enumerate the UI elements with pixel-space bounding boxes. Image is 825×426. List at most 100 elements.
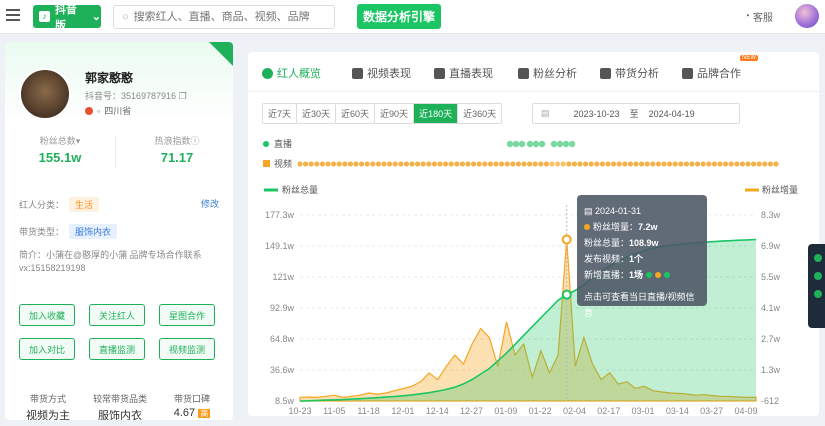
video-event-dot: [538, 161, 544, 167]
video-event-dot: [667, 161, 673, 167]
range-selector: 近7天 近30天 近60天 近90天 近180天 近360天: [262, 103, 503, 124]
profile-panel: 郭家憨憨 抖音号：35169787916 ❐ ◦ 四川省 粉丝总数▾ 155.1w…: [5, 42, 233, 420]
douyin-id: 抖音号：35169787916 ❐: [85, 89, 187, 102]
y-left-tick: 177.3w: [265, 210, 295, 220]
service-link[interactable]: ◔ 客服: [744, 9, 773, 24]
video-event-dot: [420, 161, 426, 167]
chevron-down-icon: ⌄: [91, 11, 101, 23]
tab-bar: 红人概览 视频表现 直播表现 粉丝分析 带货分析 品牌合作: [248, 52, 819, 92]
tool-icon[interactable]: [814, 290, 822, 298]
help-icon[interactable]: ⓘ: [191, 136, 200, 146]
qr-corner-icon[interactable]: [209, 42, 233, 66]
video-monitor-button[interactable]: 视频监测: [159, 338, 215, 360]
video-event-dot: [527, 161, 533, 167]
video-event-dot: [762, 161, 768, 167]
fans-total-label-text: 粉丝总数: [39, 136, 76, 146]
x-tick: 10-23: [288, 406, 311, 416]
range-180[interactable]: 近180天: [414, 104, 459, 123]
video-event-dot: [353, 161, 359, 167]
add-favorite-button[interactable]: 加入收藏: [19, 304, 75, 326]
video-event-dot: [364, 161, 370, 167]
tab-video-label: 视频表现: [367, 68, 411, 80]
range-30[interactable]: 近30天: [297, 104, 337, 123]
video-event-dot: [370, 161, 376, 167]
video-event-dot: [773, 161, 779, 167]
video-event-dot: [571, 161, 577, 167]
video-event-dot: [695, 161, 701, 167]
video-event-dot: [616, 161, 622, 167]
tab-brand[interactable]: 品牌合作: [682, 65, 741, 81]
video-event-dot: [325, 161, 331, 167]
date-start[interactable]: 2023-10-23: [574, 109, 620, 119]
video-event-dot: [689, 161, 695, 167]
date-range-picker[interactable]: ▤ 2023-10-23 至 2024-04-19: [532, 103, 740, 124]
date-end[interactable]: 2024-04-19: [649, 109, 695, 119]
new-badge: NEW: [740, 55, 758, 61]
range-90[interactable]: 近90天: [375, 104, 415, 123]
tab-live[interactable]: 直播表现: [434, 65, 493, 81]
fans-total-label[interactable]: 粉丝总数▾: [10, 134, 110, 147]
video-event-dot: [711, 161, 717, 167]
fans-chart[interactable]: 直播视频粉丝总量 粉丝增量 177.3w 8.3w 149.1w 6.9w 121w 5.5w…: [248, 132, 819, 416]
video-event-dot: [627, 161, 633, 167]
orange-dot-icon: [584, 224, 590, 230]
tab-video[interactable]: 视频表现: [352, 65, 411, 81]
tab-brand-label: 品牌合作: [697, 68, 741, 80]
live-event-dot: [550, 140, 558, 148]
follow-button[interactable]: 关注红人: [89, 304, 145, 326]
tab-overview[interactable]: 红人概览: [262, 65, 321, 81]
search-icon: ○: [122, 11, 129, 23]
video-event-dot: [487, 161, 493, 167]
live-event-dot: [562, 140, 570, 148]
influencer-avatar: [19, 68, 71, 120]
video-event-dot: [644, 161, 650, 167]
video-event-dot: [767, 161, 774, 167]
video-event-dot: [303, 161, 309, 167]
tab-fans[interactable]: 粉丝分析: [518, 65, 577, 81]
tab-sales[interactable]: 带货分析: [600, 65, 659, 81]
live-event-dot: [526, 140, 534, 148]
user-avatar[interactable]: [795, 4, 819, 28]
tooltip-live-row: 新增直播：1场: [584, 267, 700, 283]
video-event-dot: [599, 161, 605, 167]
star-map-button[interactable]: 星图合作: [159, 304, 215, 326]
search-input[interactable]: [133, 11, 324, 23]
live-monitor-button[interactable]: 直播监测: [89, 338, 145, 360]
range-360[interactable]: 近360天: [458, 104, 501, 123]
copy-icon[interactable]: ❐: [179, 91, 187, 101]
location-text: 四川省: [104, 106, 132, 116]
range-60[interactable]: 近60天: [336, 104, 376, 123]
video-event-dot: [555, 161, 561, 167]
search-box[interactable]: ○: [113, 5, 335, 29]
video-event-dot: [381, 161, 387, 167]
calendar-icon: ▤: [584, 206, 596, 216]
video-event-dot: [672, 161, 678, 167]
tool-icon[interactable]: [814, 272, 822, 280]
y-right-tick: 2.7w: [761, 334, 781, 344]
video-event-dot: [319, 161, 325, 167]
menu-icon[interactable]: [6, 9, 20, 23]
video-icon: [352, 67, 363, 79]
data-engine-button[interactable]: 数据分析引擎: [357, 4, 441, 29]
edit-category-link[interactable]: 修改: [201, 197, 219, 210]
tab-fans-label: 粉丝分析: [533, 68, 577, 80]
video-event-dot: [521, 161, 527, 167]
category-common-value: 服饰内衣: [98, 410, 142, 420]
video-event-dot: [448, 161, 454, 167]
tool-icon[interactable]: [814, 254, 822, 262]
video-event-dot: [437, 161, 443, 167]
x-tick: 11-18: [357, 406, 379, 416]
video-event-dot: [549, 161, 555, 167]
floating-toolbar[interactable]: [808, 244, 825, 328]
platform-dropdown[interactable]: ♪ 抖音版 ⌄: [33, 4, 101, 32]
video-event-dot: [415, 161, 421, 167]
range-7[interactable]: 近7天: [263, 104, 298, 123]
video-event-dot: [661, 161, 667, 167]
video-event-dot: [706, 161, 712, 167]
add-compare-button[interactable]: 加入对比: [19, 338, 75, 360]
cursor-point-inc: [561, 234, 572, 245]
tooltip-live-label: 新增直播：: [584, 270, 630, 280]
platform-dot-icon: [85, 106, 93, 115]
tab-live-label: 直播表现: [449, 68, 493, 80]
tooltip-date-row: ▤ 2024-01-31: [584, 203, 700, 219]
